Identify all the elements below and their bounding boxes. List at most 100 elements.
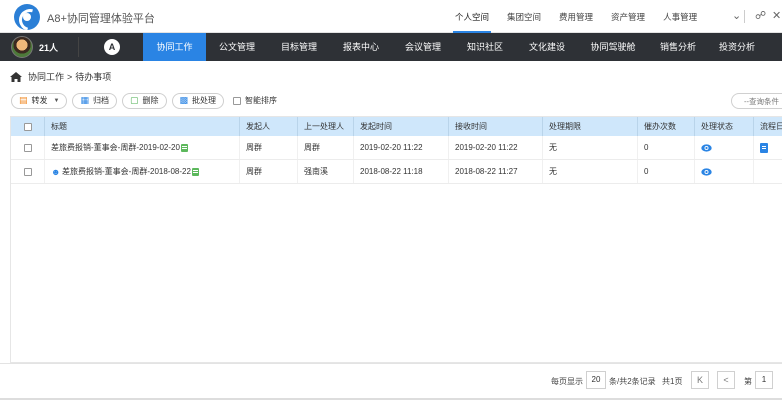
top-nav-group-space[interactable]: 集团空间 — [498, 0, 550, 33]
row-reminders: 0 — [638, 160, 695, 183]
forwarded-person-icon: ☻ — [51, 166, 61, 177]
forward-label: 转发 — [31, 96, 48, 105]
query-input[interactable] — [731, 93, 782, 109]
forward-icon: ▤ — [19, 95, 28, 105]
header-start-time[interactable]: 发起时间 — [354, 117, 449, 136]
archive-label: 归档 — [92, 96, 109, 105]
top-header: A8+协同管理体验平台 个人空间 集团空间 费用管理 资产管理 人事管理 ⌄ ☍… — [0, 0, 782, 33]
table-row[interactable]: ☻ 差旅费报销-董事会-周群-2018-08-22 周群 强南溪 2018-08… — [11, 160, 782, 184]
smart-sort-label: 智能排序 — [245, 96, 278, 105]
prev-page-button[interactable]: < — [717, 371, 735, 389]
breadcrumb-section[interactable]: 协同工作 — [28, 70, 64, 83]
header-prev-handler[interactable]: 上一处理人 — [298, 117, 354, 136]
top-nav-expense[interactable]: 费用管理 — [550, 0, 602, 33]
table-header: 标题 发起人 上一处理人 发起时间 接收时间 处理期限 催办次数 处理状态 流程… — [11, 117, 782, 136]
batch-icon: ▩ — [179, 95, 189, 105]
header-deadline[interactable]: 处理期限 — [543, 117, 638, 136]
trash-icon: ▢ — [129, 95, 139, 105]
header-sender[interactable]: 发起人 — [240, 117, 298, 136]
row-prev-handler: 周群 — [298, 136, 354, 159]
header-select-all[interactable] — [11, 117, 45, 136]
attachment-icon — [191, 167, 199, 176]
page-prefix: 第 — [744, 377, 752, 386]
header-title[interactable]: 标题 — [45, 117, 240, 136]
chevron-down-icon[interactable]: ⌄ — [732, 9, 741, 22]
row-select[interactable] — [11, 160, 45, 183]
table-row[interactable]: 差旅费报销-董事会-周群-2019-02-20 周群 周群 2019-02-20… — [11, 136, 782, 160]
nav-documents[interactable]: 公文管理 — [206, 33, 268, 61]
row-title-cell[interactable]: 差旅费报销-董事会-周群-2019-02-20 — [45, 136, 240, 159]
view-status-eye-icon[interactable] — [701, 143, 712, 152]
header-status[interactable]: 处理状态 — [695, 117, 754, 136]
forward-button[interactable]: ▤ 转发 ▼ — [11, 92, 68, 109]
row-title[interactable]: 差旅费报销-董事会-周群-2019-02-20 — [51, 142, 180, 153]
avatar[interactable] — [11, 36, 33, 58]
breadcrumb-separator: > — [67, 71, 73, 82]
archive-button[interactable]: ▦ 归档 — [72, 92, 117, 109]
nav-meetings[interactable]: 会议管理 — [392, 33, 454, 61]
page-number-input[interactable]: 1 — [755, 371, 773, 389]
row-flow-log — [754, 160, 782, 183]
nav-goals[interactable]: 目标管理 — [268, 33, 330, 61]
top-nav-hr[interactable]: 人事管理 — [654, 0, 706, 33]
main-nav: 协同工作 公文管理 目标管理 报表中心 会议管理 知识社区 文化建设 协同驾驶舱… — [143, 33, 766, 61]
nav-cockpit[interactable]: 协同驾驶舱 — [578, 33, 648, 61]
header-receive-time[interactable]: 接收时间 — [449, 117, 543, 136]
pending-items-table: 标题 发起人 上一处理人 发起时间 接收时间 处理期限 催办次数 处理状态 流程… — [10, 116, 782, 363]
header-flow-log[interactable]: 流程日 — [754, 117, 782, 136]
attachment-icon — [180, 143, 188, 152]
main-navbar: 21人 A 协同工作 公文管理 目标管理 报表中心 会议管理 知识社区 文化建设… — [0, 33, 782, 61]
brand-a-icon[interactable]: A — [104, 39, 120, 55]
nav-collaboration[interactable]: 协同工作 — [143, 33, 206, 61]
row-sender: 周群 — [240, 136, 298, 159]
batch-process-button[interactable]: ▩ 批处理 — [171, 92, 225, 109]
top-nav: 个人空间 集团空间 费用管理 资产管理 人事管理 — [446, 0, 706, 33]
close-icon[interactable]: ✕ — [772, 9, 781, 22]
first-page-button[interactable]: K — [691, 371, 709, 389]
row-deadline: 无 — [543, 160, 638, 183]
online-user-count[interactable]: 21人 — [39, 41, 58, 54]
record-summary: 条/共2条记录 — [609, 377, 656, 386]
top-divider — [744, 10, 745, 23]
nav-reports[interactable]: 报表中心 — [330, 33, 392, 61]
per-page-input[interactable]: 20 — [586, 371, 606, 389]
breadcrumb: 协同工作 > 待办事项 — [10, 70, 114, 83]
nav-knowledge[interactable]: 知识社区 — [454, 33, 516, 61]
nav-culture[interactable]: 文化建设 — [516, 33, 578, 61]
row-status — [695, 136, 754, 159]
app-logo-icon — [14, 4, 40, 30]
top-nav-asset[interactable]: 资产管理 — [602, 0, 654, 33]
pager: 每页显示 20 条/共2条记录 共1页 K < 第 1 — [0, 363, 782, 400]
delete-button[interactable]: ▢ 删除 — [121, 92, 167, 109]
row-start-time: 2019-02-20 11:22 — [354, 136, 449, 159]
row-status — [695, 160, 754, 183]
caret-down-icon: ▼ — [53, 97, 60, 104]
flow-log-icon[interactable] — [760, 142, 768, 153]
row-select[interactable] — [11, 136, 45, 159]
nav-divider — [78, 37, 79, 57]
row-receive-time: 2018-08-22 11:27 — [449, 160, 543, 183]
row-checkbox[interactable] — [23, 143, 32, 152]
per-page-label: 每页显示 — [551, 377, 583, 386]
row-title-cell[interactable]: ☻ 差旅费报销-董事会-周群-2018-08-22 — [45, 160, 240, 183]
header-reminders[interactable]: 催办次数 — [638, 117, 695, 136]
settings-icon[interactable]: ☍ — [755, 9, 766, 22]
smart-sort-toggle[interactable]: 智能排序 — [233, 95, 277, 106]
select-all-checkbox[interactable] — [23, 122, 32, 131]
row-receive-time: 2019-02-20 11:22 — [449, 136, 543, 159]
row-title[interactable]: 差旅费报销-董事会-周群-2018-08-22 — [62, 166, 191, 177]
row-sender: 周群 — [240, 160, 298, 183]
top-nav-personal-space[interactable]: 个人空间 — [446, 0, 498, 33]
view-status-eye-icon[interactable] — [701, 167, 712, 176]
archive-icon: ▦ — [80, 95, 89, 105]
home-icon[interactable] — [10, 71, 22, 82]
nav-sales[interactable]: 销售分析 — [648, 33, 708, 61]
delete-label: 删除 — [142, 96, 159, 105]
row-prev-handler: 强南溪 — [298, 160, 354, 183]
app-title: A8+协同管理体验平台 — [47, 13, 155, 25]
batch-process-label: 批处理 — [192, 96, 217, 105]
nav-investment[interactable]: 投资分析 — [708, 33, 766, 61]
row-deadline: 无 — [543, 136, 638, 159]
row-checkbox[interactable] — [23, 167, 32, 176]
smart-sort-checkbox[interactable] — [233, 96, 242, 105]
